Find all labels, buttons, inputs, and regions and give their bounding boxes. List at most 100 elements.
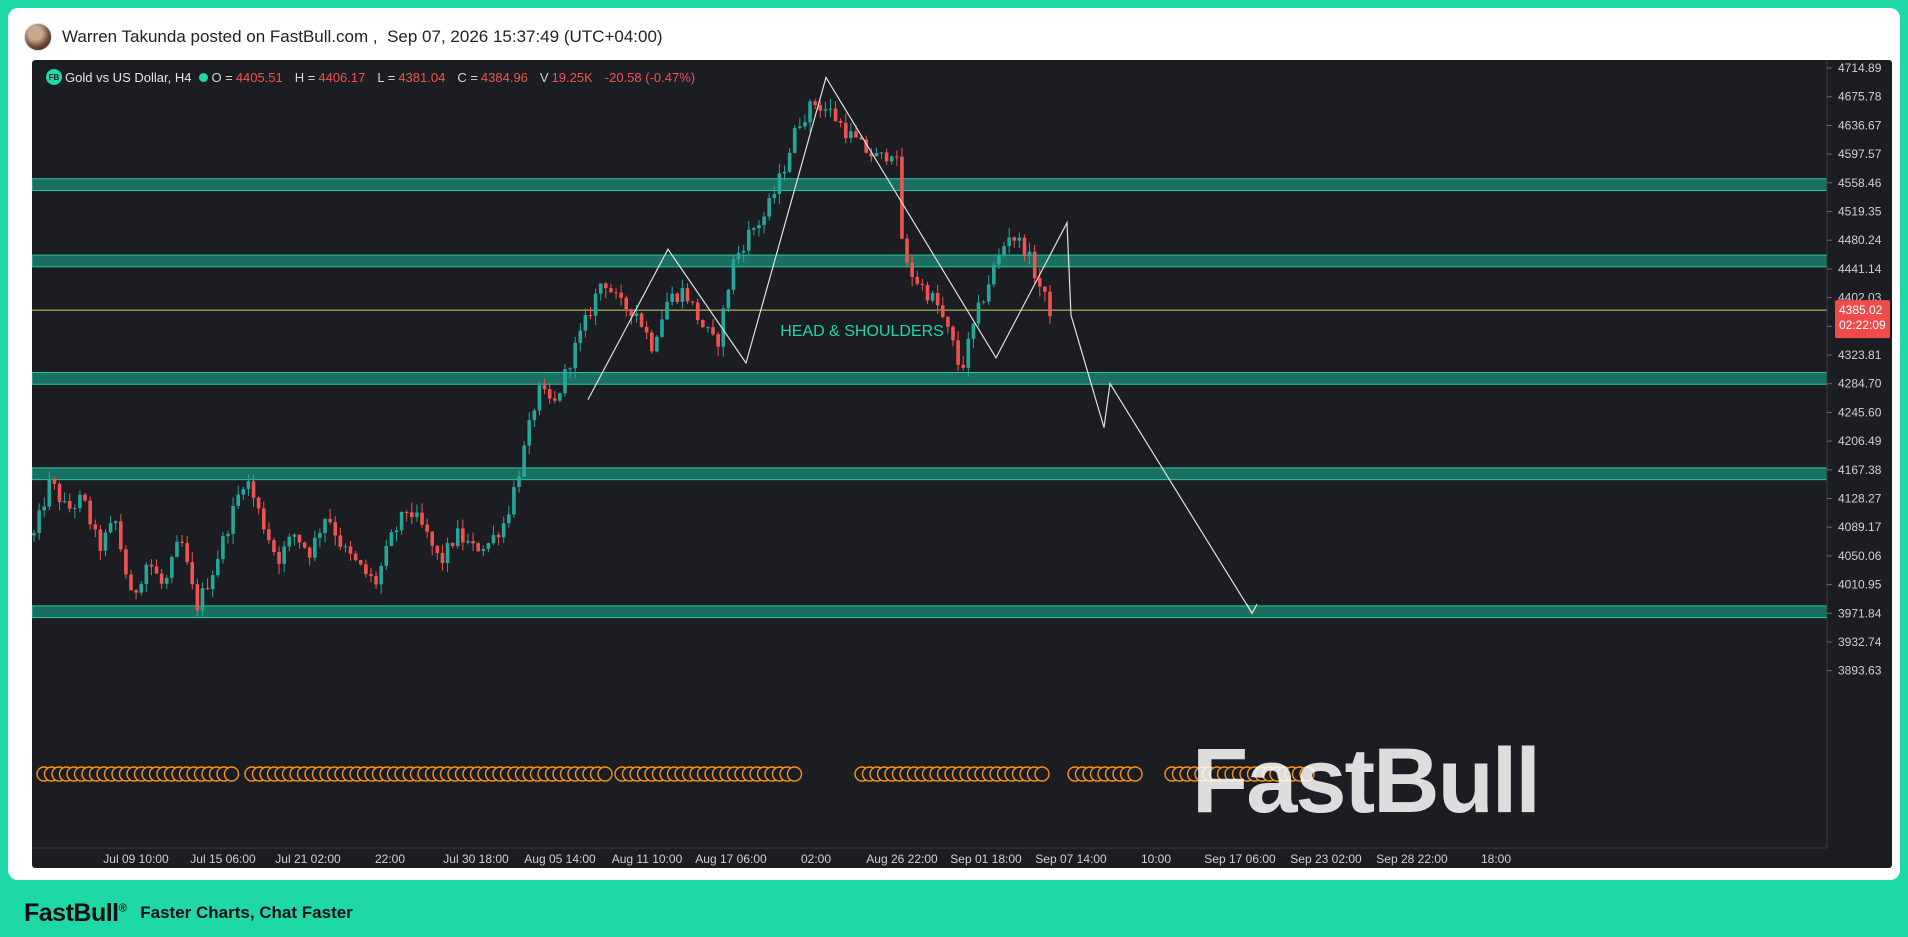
chart-panel[interactable]: HEAD & SHOULDERS FastBull 4714.89 4675.78 46… [32, 60, 1892, 868]
candle [272, 540, 276, 553]
candle [644, 326, 649, 333]
candle [752, 228, 756, 230]
candle [256, 497, 261, 509]
candle [624, 297, 629, 310]
candle [118, 521, 123, 550]
time-tick-label: 10:00 [1141, 852, 1171, 866]
candle [588, 315, 593, 317]
candle [746, 229, 751, 251]
candle [741, 250, 746, 253]
candle [792, 127, 797, 153]
candle [690, 301, 695, 303]
candle [604, 283, 608, 289]
candle [501, 523, 506, 538]
candle [379, 565, 383, 585]
price-tick-label: 3893.63 [1838, 664, 1882, 678]
candles-group [32, 99, 1052, 618]
candle [670, 293, 674, 302]
candle [394, 530, 399, 533]
candle [1037, 278, 1042, 287]
candle [522, 445, 526, 477]
candle [961, 364, 966, 368]
open-value: 4405.51 [235, 69, 283, 85]
event-marker-icon [597, 766, 613, 782]
candle [98, 529, 103, 551]
candle [767, 198, 771, 217]
candle [42, 506, 47, 511]
candle [563, 369, 567, 394]
candle [302, 542, 307, 548]
candle [313, 537, 317, 558]
candle [925, 285, 930, 301]
candle [833, 108, 838, 122]
candle [170, 557, 174, 578]
candle [716, 334, 720, 347]
candle [895, 156, 899, 158]
fastbull-watermark: FastBull [1192, 730, 1539, 832]
footer-logo[interactable]: FastBull® [24, 898, 127, 928]
zone-band-0 [32, 178, 1828, 191]
candle [593, 293, 598, 316]
change-value: -20.58 (-0.47%) [604, 69, 696, 85]
open-label: O = [211, 69, 233, 85]
time-tick-label: Jul 30 18:00 [443, 852, 509, 866]
candle [1022, 237, 1027, 256]
candle [348, 546, 353, 554]
price-tick-label: 4323.81 [1838, 348, 1882, 362]
candle [1027, 251, 1032, 256]
candle [777, 173, 782, 195]
candle [849, 131, 853, 139]
candle [195, 584, 200, 611]
price-tick-label: 4284.70 [1838, 377, 1882, 391]
time-tick-label: Jul 21 02:00 [275, 852, 341, 866]
post-header: Warren Takunda posted on FastBull.com , … [24, 16, 663, 58]
candle [639, 313, 644, 327]
price-tick-label: 3971.84 [1838, 606, 1882, 620]
candle [210, 575, 215, 590]
candle [940, 305, 945, 317]
candle [731, 259, 736, 290]
candle [323, 518, 327, 534]
price-tick-label: 4089.17 [1838, 520, 1882, 534]
candle [578, 330, 583, 343]
time-axis: Jul 09 10:00 Jul 15 06:00 Jul 21 02:00 22:0… [32, 847, 1827, 866]
candle [435, 545, 440, 554]
avatar[interactable] [24, 23, 52, 51]
candle [455, 528, 460, 546]
candle [292, 534, 297, 537]
candle [1043, 286, 1047, 292]
post-timestamp: Sep 07, 2026 15:37:49 (UTC+04:00) [387, 27, 663, 46]
price-chart[interactable]: HEAD & SHOULDERS FastBull 4714.89 4675.78 46… [32, 60, 1892, 868]
event-marker-icon [1127, 766, 1143, 782]
candle [226, 533, 230, 537]
candle [711, 327, 715, 335]
candle [83, 494, 87, 501]
footer-logo-text: FastBull [24, 898, 119, 927]
candle [517, 476, 521, 488]
zone-band-2 [32, 371, 1828, 385]
candle [951, 326, 955, 341]
candle [889, 156, 894, 162]
candle [803, 122, 807, 127]
ohlc-legend: FB Gold vs US Dollar, H4 O = 4405.51 H =… [46, 69, 707, 85]
candle [981, 301, 986, 303]
candle [471, 540, 475, 544]
symbol-title[interactable]: Gold vs US Dollar, H4 [65, 70, 191, 85]
candle [496, 534, 501, 538]
candle [307, 547, 312, 558]
candle [573, 342, 577, 369]
candle [935, 293, 940, 306]
candle [986, 284, 991, 302]
price-tick-label: 4167.38 [1838, 463, 1882, 477]
candle [78, 494, 82, 509]
candle [338, 535, 343, 547]
price-axis: 4714.89 4675.78 4636.67 4597.57 4558.46 4519.… [1826, 60, 1882, 848]
candle [905, 238, 909, 263]
candle [614, 292, 618, 294]
trademark-icon: ® [118, 902, 127, 915]
candle [660, 319, 664, 337]
candle [507, 514, 511, 524]
post-author[interactable]: Warren Takunda posted on FastBull.com [62, 27, 368, 47]
candle [450, 543, 455, 546]
head-shoulders-pattern-line [587, 76, 1253, 614]
